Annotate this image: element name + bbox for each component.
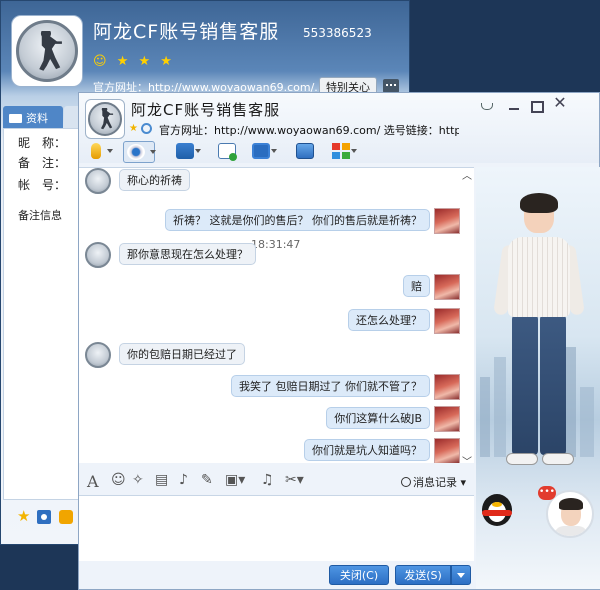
- contact-avatar[interactable]: [11, 15, 83, 87]
- field-account: 帐 号：: [18, 178, 67, 192]
- clock-icon: [401, 477, 411, 487]
- message-row: 赔: [79, 274, 474, 302]
- message-row: 祈祷？ 这就是你们的售后？ 你们的售后就是祈祷？: [79, 208, 474, 236]
- field-remark: 备 注：: [18, 156, 67, 170]
- message-bubble: 你们就是坑人知道吗？: [304, 439, 430, 461]
- my-avatar-small[interactable]: [434, 308, 460, 334]
- maximize-button[interactable]: [529, 99, 544, 113]
- lock-icon[interactable]: [59, 510, 73, 524]
- message-row: 称心的祈祷: [79, 168, 474, 196]
- photo-icon[interactable]: [37, 510, 51, 524]
- my-avatar-small[interactable]: [434, 374, 460, 400]
- tab-profile-label: 资料: [26, 112, 48, 125]
- scroll-down-icon[interactable]: ﹀: [462, 453, 472, 468]
- soldier-icon: [100, 108, 114, 130]
- contact-qq-number: 553386523: [303, 26, 372, 40]
- message-bubble: 我笑了 包赔日期过了 你们就不管了？: [231, 375, 430, 397]
- message-row: 你们就是坑人知道吗？: [79, 438, 474, 463]
- tab-profile[interactable]: 资料: [3, 106, 63, 128]
- bottom-bar: ★: [3, 505, 79, 529]
- message-list[interactable]: 18:31:47 称心的祈祷 祈祷？ 这就是你们的售后？ 你们的售后就是祈祷？ 那你…: [79, 167, 474, 463]
- contact-name: 阿龙CF账号销售客服: [93, 21, 280, 43]
- message-bubble: 称心的祈祷: [119, 169, 190, 191]
- card-icon: [9, 114, 22, 123]
- send-file-button[interactable]: [173, 141, 201, 163]
- camera-icon: [127, 144, 145, 160]
- video-clip-icon[interactable]: ▤: [155, 472, 168, 488]
- chat-header: 阿龙CF账号销售客服 ★ 官方网址：http://www.woyaowan69.…: [79, 93, 599, 163]
- message-row: 你的包赔日期已经过了: [79, 342, 474, 370]
- my-avatar-small[interactable]: [434, 208, 460, 234]
- emoji-icon[interactable]: ☺: [111, 472, 126, 488]
- edit-icon[interactable]: ✎: [201, 472, 213, 488]
- level-stars: ☺ ★ ★ ★: [93, 54, 175, 69]
- scroll-up-icon[interactable]: ︿: [462, 167, 472, 182]
- share-screen-button[interactable]: [293, 141, 319, 163]
- magic-icon[interactable]: ✧: [132, 472, 144, 488]
- close-icon[interactable]: ✕: [553, 95, 567, 111]
- stars-text: ★ ★ ★: [116, 54, 175, 69]
- message-row: 你们这算什么破JB: [79, 406, 474, 434]
- more-icon[interactable]: [383, 79, 399, 93]
- remark-info-label: 备注信息: [18, 209, 62, 222]
- qq-penguin-icon[interactable]: [478, 490, 518, 528]
- star-icon[interactable]: ★: [17, 507, 31, 525]
- close-button[interactable]: 关闭(C): [329, 565, 389, 585]
- folder-icon: [176, 143, 194, 159]
- message-row: 那你意思现在怎么处理？: [79, 242, 474, 270]
- contact-avatar-small[interactable]: [85, 168, 111, 194]
- music-icon[interactable]: ♫: [261, 472, 274, 488]
- share-icon: [296, 143, 314, 159]
- chat-avatar[interactable]: [85, 99, 125, 139]
- chat-window: 阿龙CF账号销售客服 ★ 官方网址：http://www.woyaowan69.…: [78, 92, 600, 590]
- star-icon: ★: [129, 123, 138, 134]
- message-row: 我笑了 包赔日期过了 你们就不管了？: [79, 374, 474, 402]
- send-button[interactable]: 发送(S): [395, 565, 451, 585]
- message-bubble: 那你意思现在怎么处理？: [119, 243, 256, 265]
- skin-icon[interactable]: [479, 99, 493, 113]
- send-options-button[interactable]: [451, 565, 471, 585]
- message-bubble: 祈祷？ 这就是你们的售后？ 你们的售后就是祈祷？: [165, 209, 430, 231]
- message-row: 还怎么处理？: [79, 308, 474, 336]
- chat-title: 阿龙CF账号销售客服: [131, 101, 281, 119]
- note-icon: [218, 143, 236, 159]
- tab-other[interactable]: [64, 106, 78, 128]
- search-icon[interactable]: [141, 123, 152, 134]
- contact-avatar-small[interactable]: [85, 242, 111, 268]
- message-bubble: 你的包赔日期已经过了: [119, 343, 245, 365]
- image-icon[interactable]: ▣▾: [225, 472, 245, 488]
- notification-badge: •••: [538, 486, 556, 500]
- message-history-label: 消息记录: [413, 476, 457, 489]
- voice-call-button[interactable]: [85, 141, 113, 163]
- message-history-button[interactable]: 消息记录 ▾: [401, 474, 466, 490]
- screenshot-icon[interactable]: ✂▾: [285, 472, 304, 488]
- my-avatar-small[interactable]: [434, 406, 460, 432]
- message-bubble: 还怎么处理？: [348, 309, 430, 331]
- field-nickname: 昵 称：: [18, 136, 67, 150]
- video-call-button[interactable]: [123, 141, 156, 163]
- font-icon[interactable]: A: [87, 472, 99, 491]
- soldier-icon: [39, 30, 63, 71]
- monitor-icon: [252, 143, 270, 159]
- chat-site: 官方网址：http://www.woyaowan69.com/ 选号链接：htt…: [159, 124, 459, 137]
- create-note-button[interactable]: [215, 141, 241, 163]
- microphone-icon: [91, 143, 101, 159]
- voice-message-icon[interactable]: ♪: [179, 472, 188, 488]
- avatar-figure[interactable]: [493, 193, 585, 497]
- format-toolbar: A ☺ ✧ ▤ ♪ ✎ ▣▾ ♫ ✂▾ 消息记录 ▾: [79, 472, 474, 494]
- apps-button[interactable]: [329, 141, 357, 163]
- message-bubble: 赔: [403, 275, 430, 297]
- chat-toolbar: [79, 139, 474, 165]
- minimize-button[interactable]: [507, 99, 521, 113]
- apps-grid-icon: [332, 143, 350, 159]
- message-bubble: 你们这算什么破JB: [326, 407, 430, 429]
- my-avatar-small[interactable]: [434, 274, 460, 300]
- remote-desktop-button[interactable]: [249, 141, 277, 163]
- contact-avatar-small[interactable]: [85, 342, 111, 368]
- message-input[interactable]: [79, 495, 474, 561]
- my-avatar-small[interactable]: [434, 438, 460, 463]
